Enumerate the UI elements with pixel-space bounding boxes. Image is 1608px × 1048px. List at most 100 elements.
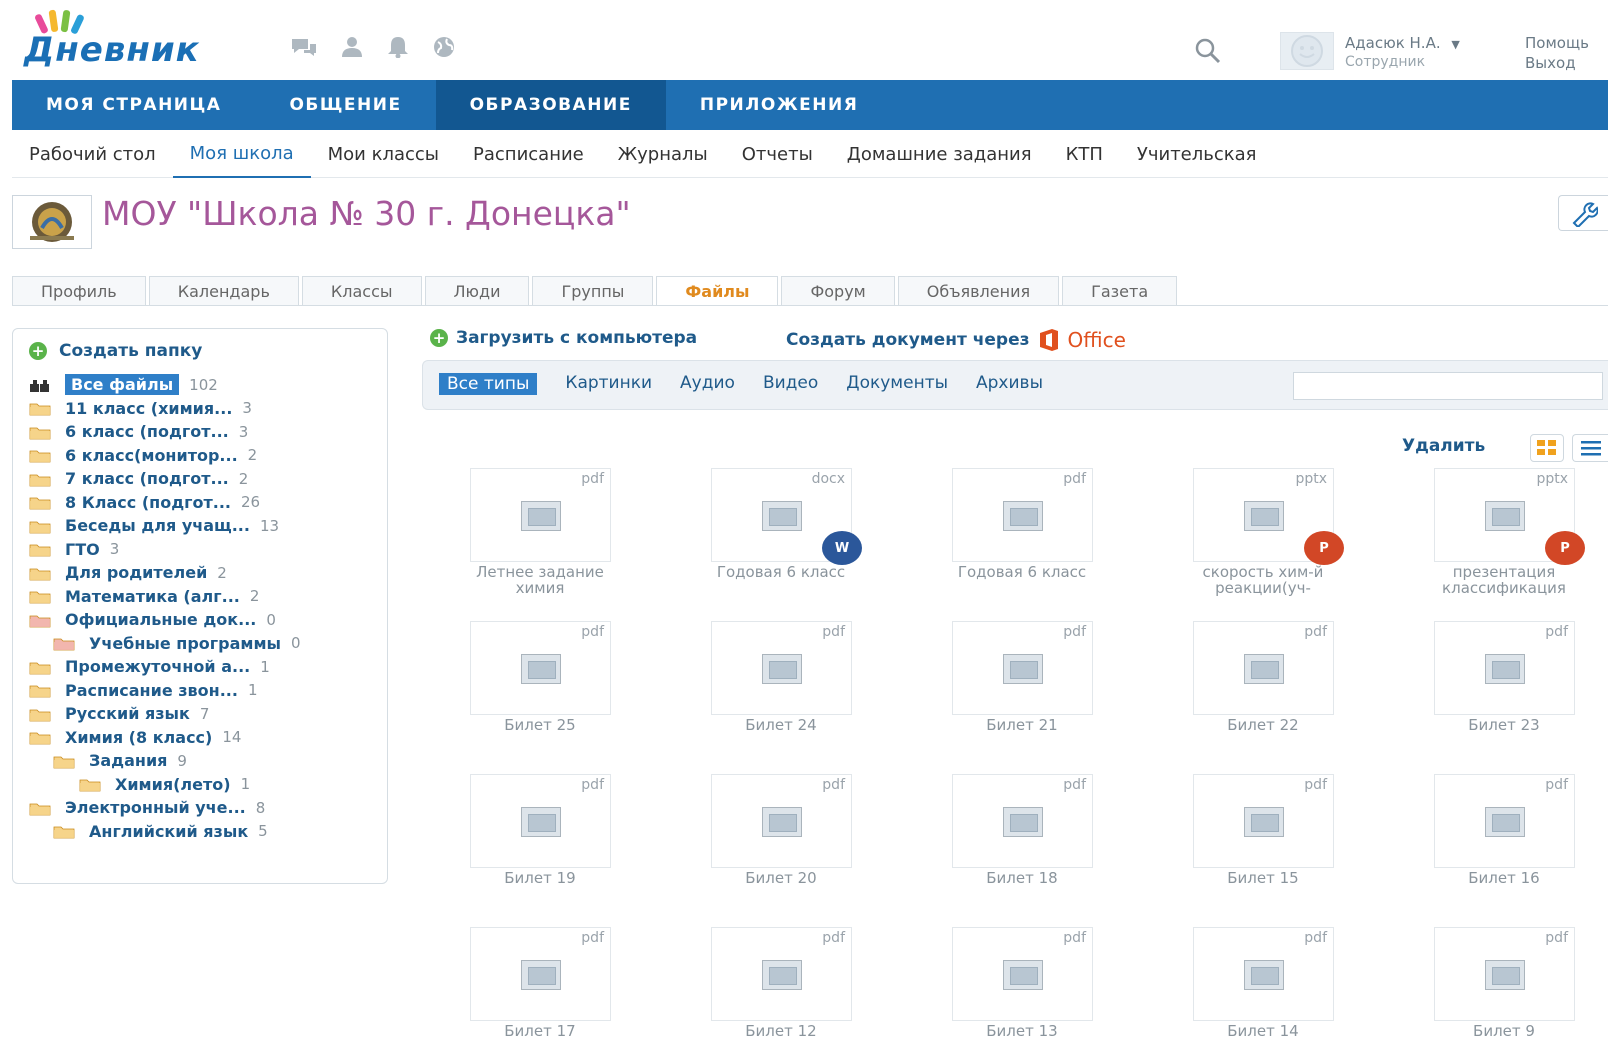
help-link[interactable]: Помощь — [1525, 34, 1589, 52]
folder-item[interactable]: Русский язык 7 — [29, 702, 379, 726]
tab-forum[interactable]: Форум — [781, 276, 895, 306]
tab-profile[interactable]: Профиль — [12, 276, 146, 306]
folder-item[interactable]: 6 класс(монитор... 2 — [29, 444, 379, 468]
dnevnik-logo[interactable]: Дневник — [12, 8, 262, 70]
file-name[interactable]: Билет 17 — [450, 1023, 630, 1039]
main-nav-apps[interactable]: ПРИЛОЖЕНИЯ — [666, 80, 892, 130]
sub-nav-ktp[interactable]: КТП — [1049, 130, 1120, 178]
tab-groups[interactable]: Группы — [532, 276, 654, 306]
sub-nav-my-school[interactable]: Моя школа — [172, 130, 311, 178]
file-name[interactable]: Летнее задание химия — [450, 564, 630, 596]
folder-item[interactable]: Химия(лето) 1 — [29, 773, 379, 797]
file-thumbnail[interactable]: pdf — [952, 468, 1093, 562]
filter-all-types[interactable]: Все типы — [439, 373, 538, 395]
file-search-input[interactable] — [1293, 372, 1603, 400]
filter-video[interactable]: Видео — [763, 373, 818, 395]
list-view-button[interactable] — [1572, 434, 1608, 462]
file-thumbnail[interactable]: pdf — [470, 621, 611, 715]
file-thumbnail[interactable]: pdf — [952, 774, 1093, 868]
file-card[interactable]: pptx Pскорость хим-й реакции(уч- — [1173, 468, 1344, 618]
folder-item[interactable]: Расписание звон... 1 — [29, 679, 379, 703]
file-card[interactable]: pdf Билет 19 — [450, 774, 611, 924]
folder-item[interactable]: Математика (алг... 2 — [29, 585, 379, 609]
file-name[interactable]: Билет 21 — [932, 717, 1112, 733]
file-thumbnail[interactable]: pdf — [470, 468, 611, 562]
file-card[interactable]: pdf Билет 9 — [1414, 927, 1575, 1048]
create-folder-button[interactable]: + Создать папку — [29, 341, 202, 361]
file-thumbnail[interactable]: pptx P — [1434, 468, 1585, 565]
file-card[interactable]: pdf Билет 16 — [1414, 774, 1575, 924]
folder-item[interactable]: 7 класс (подгот... 2 — [29, 467, 379, 491]
grid-view-button[interactable] — [1530, 434, 1564, 462]
folder-item[interactable]: 6 класс (подгот... 3 — [29, 420, 379, 444]
file-thumbnail[interactable]: pdf — [1434, 621, 1575, 715]
folder-item[interactable]: Учебные программы 0 — [29, 632, 379, 656]
file-card[interactable]: pdf Билет 15 — [1173, 774, 1334, 924]
sub-nav-schedule[interactable]: Расписание — [456, 130, 601, 178]
file-thumbnail[interactable]: docx W — [711, 468, 862, 565]
sub-nav-journals[interactable]: Журналы — [601, 130, 725, 178]
file-thumbnail[interactable]: pdf — [711, 621, 852, 715]
file-name[interactable]: Билет 20 — [691, 870, 871, 886]
folder-item[interactable]: Электронный уче... 8 — [29, 796, 379, 820]
delete-button[interactable]: Удалить — [1402, 436, 1485, 456]
file-thumbnail[interactable]: pdf — [952, 927, 1093, 1021]
file-thumbnail[interactable]: pdf — [1193, 774, 1334, 868]
file-thumbnail[interactable]: pptx P — [1193, 468, 1344, 565]
logout-link[interactable]: Выход — [1525, 54, 1576, 72]
file-name[interactable]: Билет 23 — [1414, 717, 1594, 733]
file-name[interactable]: Билет 13 — [932, 1023, 1112, 1039]
tab-newspaper[interactable]: Газета — [1062, 276, 1178, 306]
file-name[interactable]: Годовая 6 класс — [932, 564, 1112, 580]
file-card[interactable]: pdf Летнее задание химия — [450, 468, 611, 618]
file-card[interactable]: pdf Годовая 6 класс — [932, 468, 1093, 618]
file-name[interactable]: Билет 9 — [1414, 1023, 1594, 1039]
file-name[interactable]: Билет 14 — [1173, 1023, 1353, 1039]
person-icon[interactable] — [340, 36, 364, 58]
filter-audio[interactable]: Аудио — [680, 373, 735, 395]
file-card[interactable]: docx W Годовая 6 класс — [691, 468, 862, 618]
file-name[interactable]: презентация классификация — [1414, 564, 1594, 596]
upload-from-computer-button[interactable]: + Загрузить с компьютера — [430, 328, 697, 348]
file-card[interactable]: pdf Билет 14 — [1173, 927, 1334, 1048]
file-card[interactable]: pdf Билет 17 — [450, 927, 611, 1048]
file-name[interactable]: скорость хим-й реакции(уч- — [1173, 564, 1353, 596]
tab-classes[interactable]: Классы — [301, 276, 422, 306]
main-nav-my-page[interactable]: МОЯ СТРАНИЦА — [12, 80, 255, 130]
file-card[interactable]: pdf Билет 25 — [450, 621, 611, 771]
file-thumbnail[interactable]: pdf — [952, 621, 1093, 715]
globe-icon[interactable] — [432, 36, 456, 58]
tab-people[interactable]: Люди — [424, 276, 530, 306]
bell-icon[interactable] — [386, 36, 410, 58]
avatar[interactable] — [1280, 32, 1334, 70]
file-thumbnail[interactable]: pdf — [1193, 621, 1334, 715]
file-card[interactable]: pdf Билет 24 — [691, 621, 852, 771]
file-name[interactable]: Билет 22 — [1173, 717, 1353, 733]
file-thumbnail[interactable]: pdf — [1434, 774, 1575, 868]
main-nav-education[interactable]: ОБРАЗОВАНИЕ — [435, 80, 666, 130]
filter-documents[interactable]: Документы — [846, 373, 948, 395]
file-name[interactable]: Билет 16 — [1414, 870, 1594, 886]
file-thumbnail[interactable]: pdf — [1434, 927, 1575, 1021]
file-name[interactable]: Билет 19 — [450, 870, 630, 886]
filter-images[interactable]: Картинки — [565, 373, 652, 395]
folder-item[interactable]: Английский язык 5 — [29, 820, 379, 844]
sub-nav-reports[interactable]: Отчеты — [725, 130, 830, 178]
file-name[interactable]: Билет 18 — [932, 870, 1112, 886]
file-thumbnail[interactable]: pdf — [711, 927, 852, 1021]
folder-item[interactable]: Все файлы 102 — [29, 373, 379, 397]
file-card[interactable]: pdf Билет 18 — [932, 774, 1093, 924]
file-card[interactable]: pdf Билет 12 — [691, 927, 852, 1048]
user-name[interactable]: Адасюк Н.А. ▼ — [1345, 34, 1460, 52]
file-card[interactable]: pdf Билет 22 — [1173, 621, 1334, 771]
tab-announcements[interactable]: Объявления — [897, 276, 1060, 306]
folder-item[interactable]: 8 Класс (подгот... 26 — [29, 491, 379, 515]
file-thumbnail[interactable]: pdf — [470, 774, 611, 868]
sub-nav-desktop[interactable]: Рабочий стол — [12, 130, 173, 178]
folder-item[interactable]: Химия (8 класс) 14 — [29, 726, 379, 750]
file-name[interactable]: Билет 24 — [691, 717, 871, 733]
file-card[interactable]: pdf Билет 13 — [932, 927, 1093, 1048]
sub-nav-homework[interactable]: Домашние задания — [830, 130, 1049, 178]
file-thumbnail[interactable]: pdf — [1193, 927, 1334, 1021]
folder-item[interactable]: 11 класс (химия... 3 — [29, 397, 379, 421]
